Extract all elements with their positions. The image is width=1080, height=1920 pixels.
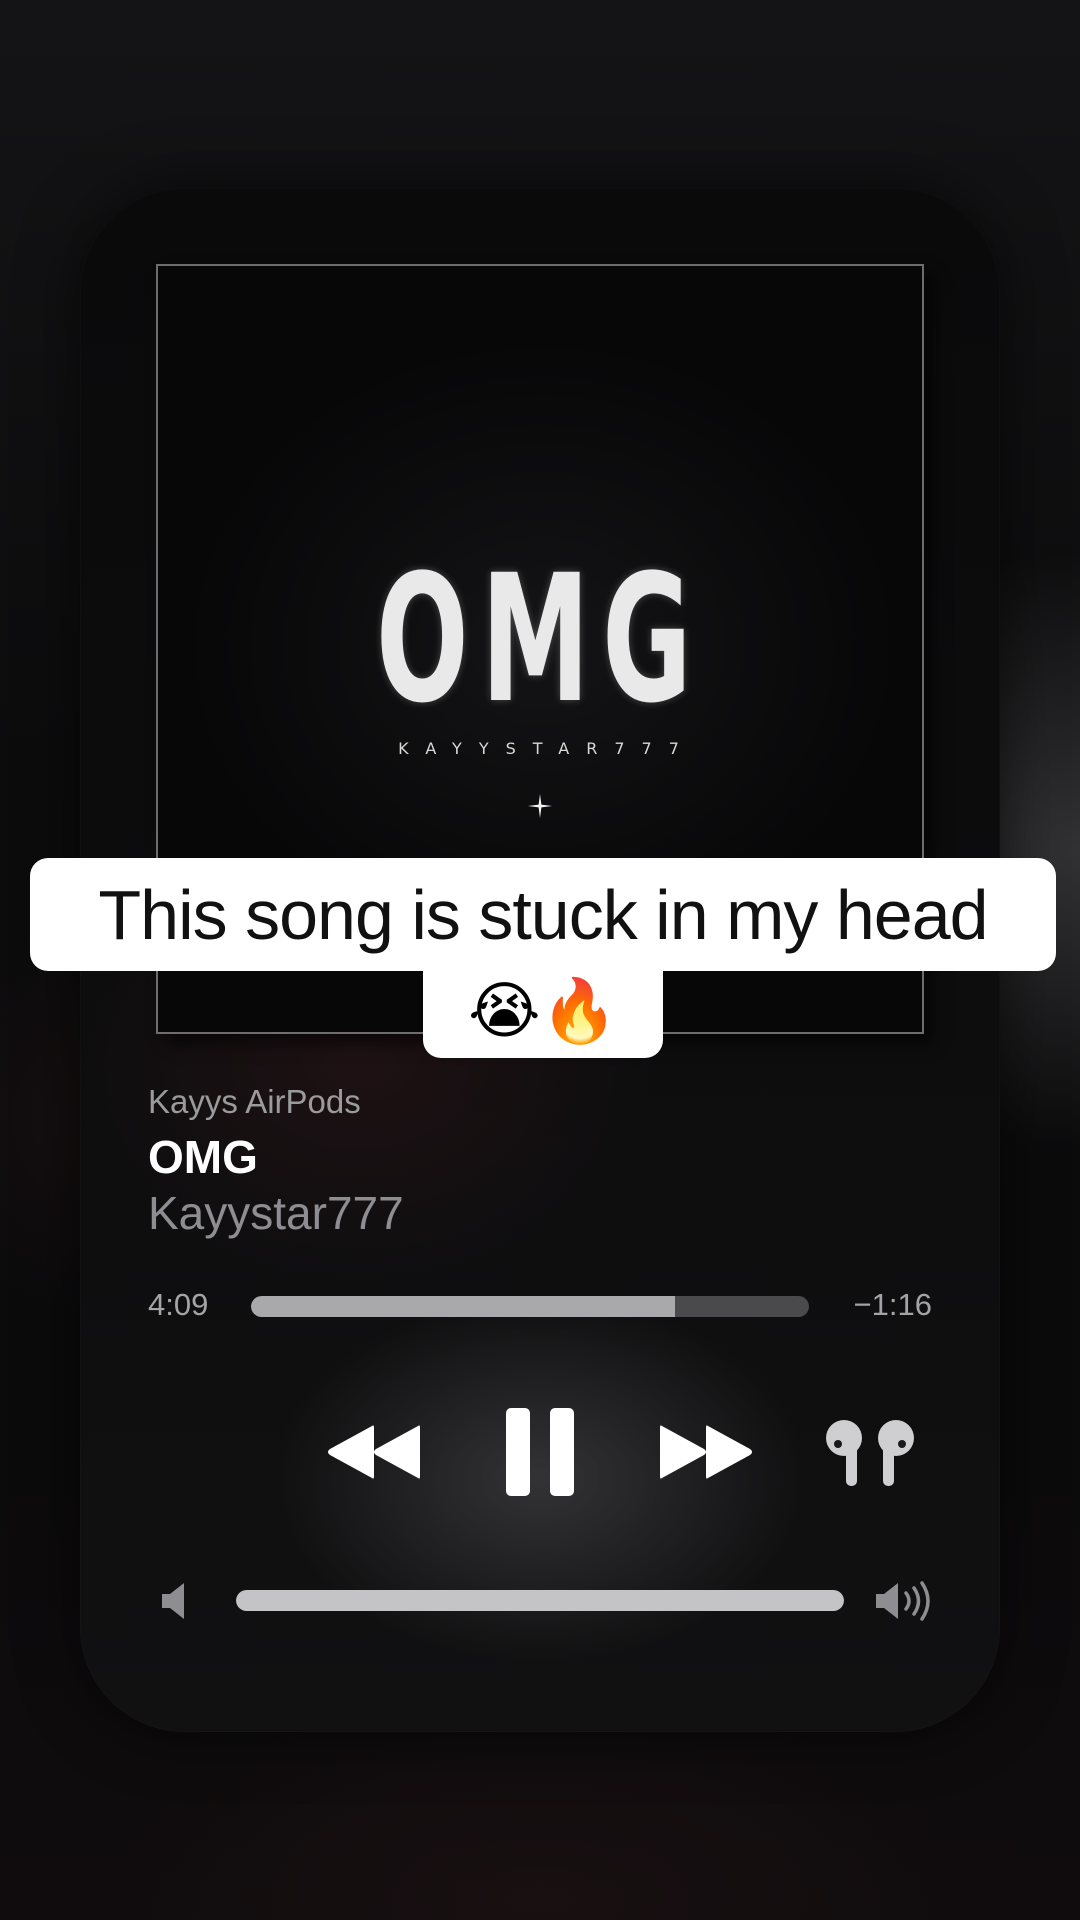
track-artist[interactable]: Kayystar777 [148, 1186, 404, 1240]
caption-line-1: This song is stuck in my head [30, 858, 1056, 971]
volume-slider[interactable] [236, 1590, 844, 1611]
artwork-title: OMG [375, 537, 705, 742]
elapsed-time: 4:09 [148, 1287, 209, 1322]
pause-icon[interactable] [506, 1408, 574, 1496]
fast-forward-icon[interactable] [660, 1424, 756, 1480]
progress-scrubber[interactable] [251, 1296, 809, 1317]
speaker-high-icon [876, 1581, 930, 1621]
output-device-label[interactable]: Kayys AirPods [148, 1083, 361, 1121]
progress-fill [251, 1296, 676, 1317]
rewind-icon[interactable] [326, 1424, 422, 1480]
caption-emoji: 😭🔥 [468, 977, 618, 1046]
airpods-icon[interactable] [824, 1418, 916, 1488]
volume-fill [236, 1590, 844, 1611]
artwork-artist: KAYYSTAR777 [398, 739, 696, 758]
caption-text-1: This song is stuck in my head [98, 875, 988, 954]
remaining-time: −1:16 [853, 1287, 932, 1322]
sparkle-icon [528, 794, 552, 818]
track-title[interactable]: OMG [148, 1130, 258, 1184]
speaker-low-icon [162, 1583, 184, 1619]
screen: OMG KAYYSTAR777 This song is stuck in my… [0, 0, 1080, 1920]
caption-line-2: 😭🔥 [423, 966, 663, 1058]
